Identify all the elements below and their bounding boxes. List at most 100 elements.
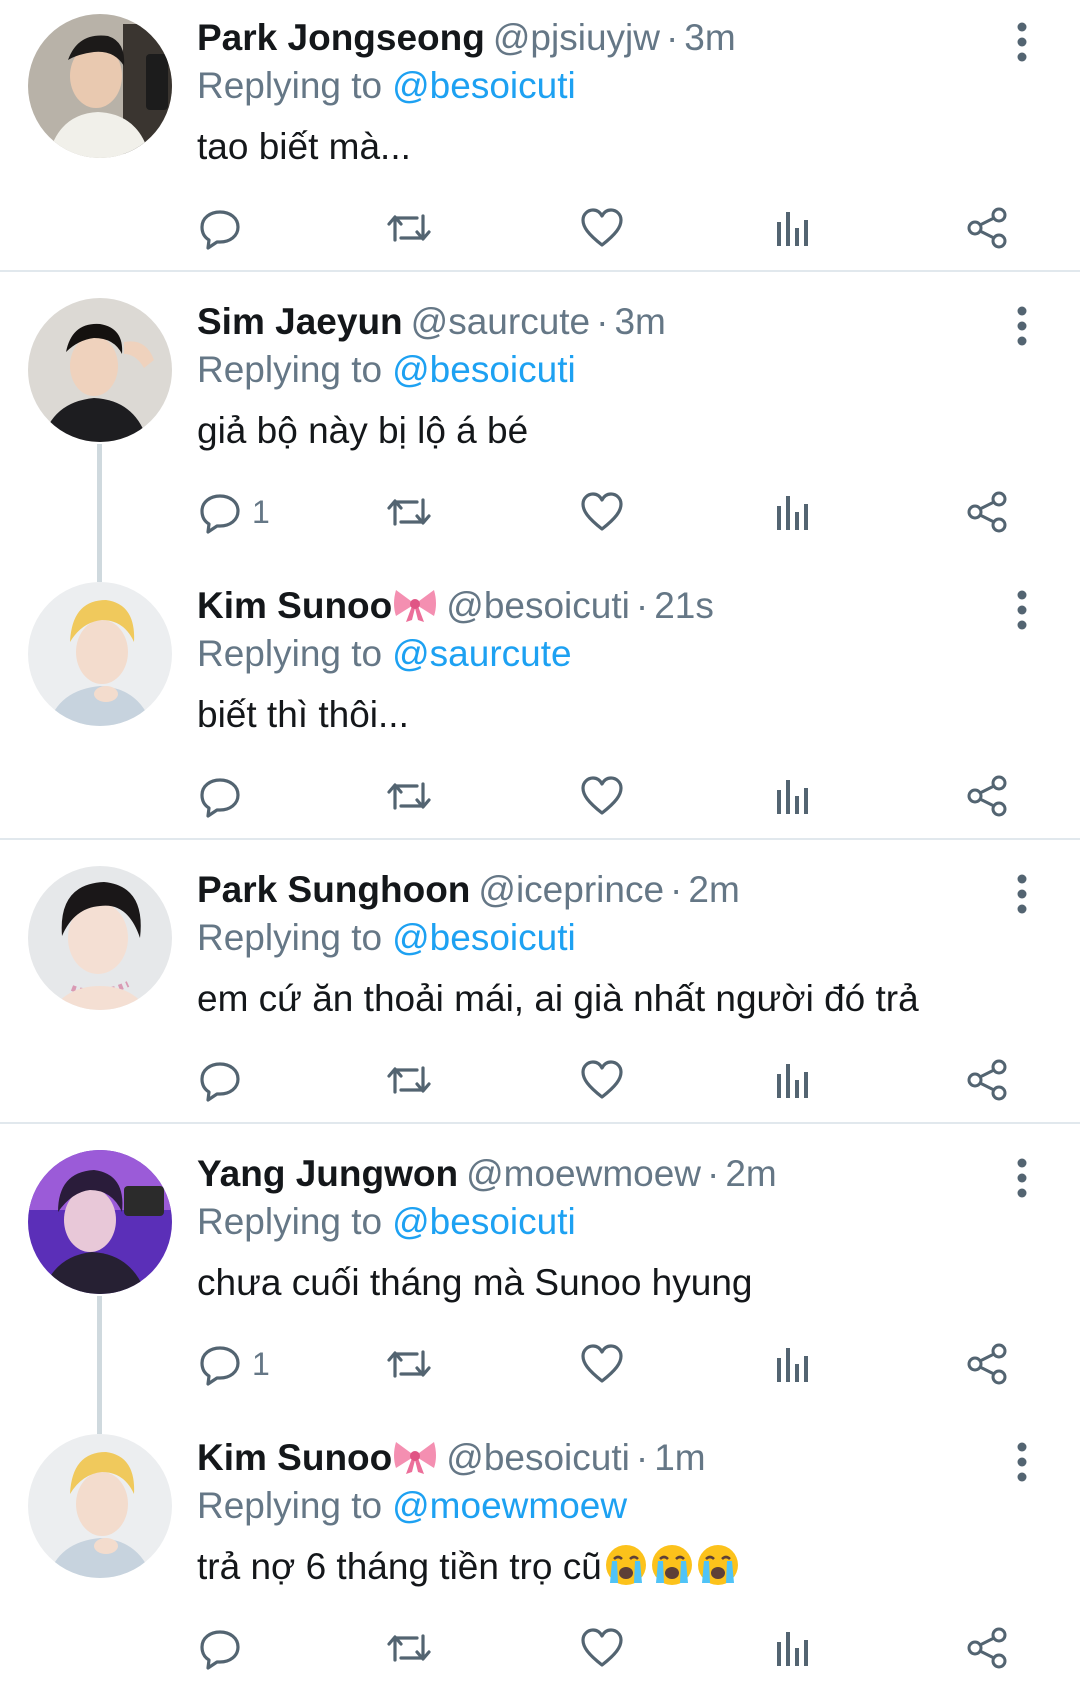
- user-handle[interactable]: @pjsiuyjw: [493, 17, 660, 58]
- analytics-button[interactable]: [775, 1620, 811, 1676]
- replying-to-handle[interactable]: @besoicuti: [392, 65, 576, 106]
- share-button[interactable]: [965, 484, 1009, 540]
- vertical-ellipsis-icon[interactable]: [1008, 872, 1036, 916]
- tweet[interactable]: Kim Sunoo @besoicuti · 21s Replying to @saur…: [0, 568, 1080, 852]
- tweet-header: Sim Jaeyun @saurcute · 3m: [197, 298, 666, 346]
- tweet-divider: [0, 1122, 1080, 1124]
- tweet-text: biết thì thôi...: [197, 694, 409, 735]
- analytics-button[interactable]: [775, 768, 811, 824]
- user-handle[interactable]: @besoicuti: [446, 585, 630, 626]
- share-button[interactable]: [965, 200, 1009, 256]
- replying-to: Replying to @saurcute: [197, 630, 572, 678]
- analytics-button[interactable]: [775, 200, 811, 256]
- retweet-button[interactable]: [385, 1336, 433, 1392]
- tweet[interactable]: Sim Jaeyun @saurcute · 3m Replying to @besoi…: [0, 284, 1080, 582]
- like-button[interactable]: [580, 200, 624, 256]
- reply-button[interactable]: 1: [198, 484, 270, 540]
- reply-button[interactable]: 1: [198, 1336, 270, 1392]
- avatar-photo: [28, 1434, 172, 1578]
- replying-to: Replying to @besoicuti: [197, 62, 576, 110]
- vertical-ellipsis-icon[interactable]: [1008, 304, 1036, 348]
- loudly-crying-face-icon: [605, 1545, 646, 1585]
- share-button[interactable]: [965, 768, 1009, 824]
- reply-button[interactable]: [198, 1052, 252, 1108]
- like-button[interactable]: [580, 1620, 624, 1676]
- retweet-button[interactable]: [385, 484, 433, 540]
- tweet[interactable]: Park Jongseong @pjsiuyjw · 3m Replying to @b…: [0, 0, 1080, 284]
- retweet-icon: [387, 1634, 431, 1662]
- avatar-photo: [28, 298, 172, 442]
- reply-button[interactable]: [198, 200, 252, 256]
- tweet-text: tao biết mà...: [197, 126, 411, 167]
- retweet-icon: [387, 498, 431, 526]
- vertical-ellipsis-icon[interactable]: [1008, 20, 1036, 64]
- avatar[interactable]: [28, 298, 172, 442]
- retweet-button[interactable]: [385, 200, 433, 256]
- avatar-photo: [28, 866, 172, 1010]
- retweet-icon: [387, 1350, 431, 1378]
- vertical-ellipsis-icon[interactable]: [1008, 1440, 1036, 1484]
- tweet[interactable]: Yang Jungwon @moewmoew · 2m Replying to @bes…: [0, 1136, 1080, 1434]
- avatar[interactable]: [28, 1150, 172, 1294]
- replying-to-handle[interactable]: @moewmoew: [392, 1485, 627, 1526]
- avatar[interactable]: [28, 14, 172, 158]
- ribbon-bow-icon: [394, 1442, 437, 1474]
- avatar-photo: [28, 1150, 172, 1294]
- timestamp[interactable]: 21s: [654, 585, 714, 626]
- replying-to-handle[interactable]: @besoicuti: [392, 1201, 576, 1242]
- replies-feed: Park Jongseong @pjsiuyjw · 3m Replying to @b…: [0, 0, 1080, 1679]
- replying-to-label: Replying to: [197, 917, 383, 958]
- tweet-text: chưa cuối tháng mà Sunoo hyung: [197, 1262, 753, 1303]
- vertical-ellipsis-icon[interactable]: [1008, 1156, 1036, 1200]
- timestamp[interactable]: 1m: [654, 1437, 705, 1478]
- timestamp[interactable]: 3m: [614, 301, 665, 342]
- share-icon: [967, 491, 1007, 533]
- display-name[interactable]: Kim Sunoo: [197, 1437, 392, 1478]
- reply-button[interactable]: [198, 1620, 252, 1676]
- avatar[interactable]: [28, 866, 172, 1010]
- avatar[interactable]: [28, 1434, 172, 1578]
- user-handle[interactable]: @saurcute: [411, 301, 590, 342]
- share-icon: [967, 207, 1007, 249]
- user-handle[interactable]: @besoicuti: [446, 1437, 630, 1478]
- like-button[interactable]: [580, 484, 624, 540]
- timestamp[interactable]: 3m: [684, 17, 735, 58]
- retweet-button[interactable]: [385, 1052, 433, 1108]
- timestamp[interactable]: 2m: [725, 1153, 776, 1194]
- avatar[interactable]: [28, 582, 172, 726]
- replying-to-label: Replying to: [197, 1485, 383, 1526]
- display-name[interactable]: Sim Jaeyun: [197, 301, 403, 342]
- heart-icon: [581, 208, 623, 247]
- like-button[interactable]: [580, 768, 624, 824]
- share-icon: [967, 1343, 1007, 1385]
- tweet[interactable]: Park Sunghoon @iceprince · 2m Replying to @b…: [0, 852, 1080, 1136]
- user-handle[interactable]: @iceprince: [478, 869, 664, 910]
- share-button[interactable]: [965, 1336, 1009, 1392]
- timestamp[interactable]: 2m: [688, 869, 739, 910]
- analytics-button[interactable]: [775, 484, 811, 540]
- vertical-ellipsis-icon[interactable]: [1008, 588, 1036, 632]
- display-name[interactable]: Park Jongseong: [197, 17, 485, 58]
- share-button[interactable]: [965, 1620, 1009, 1676]
- analytics-button[interactable]: [775, 1052, 811, 1108]
- retweet-button[interactable]: [385, 768, 433, 824]
- replying-to-handle[interactable]: @besoicuti: [392, 349, 576, 390]
- reply-count: 1: [252, 494, 270, 530]
- ribbon-bow-icon: [394, 590, 437, 622]
- share-button[interactable]: [965, 1052, 1009, 1108]
- reply-bubble-icon: [200, 1630, 240, 1670]
- replying-to-handle[interactable]: @saurcute: [392, 633, 571, 674]
- action-bar: 1: [0, 1336, 1080, 1392]
- like-button[interactable]: [580, 1336, 624, 1392]
- user-handle[interactable]: @moewmoew: [466, 1153, 701, 1194]
- tweet[interactable]: Kim Sunoo @besoicuti · 1m Replying to @moewm…: [0, 1420, 1080, 1704]
- like-button[interactable]: [580, 1052, 624, 1108]
- retweet-button[interactable]: [385, 1620, 433, 1676]
- display-name[interactable]: Kim Sunoo: [197, 585, 392, 626]
- analytics-button[interactable]: [775, 1336, 811, 1392]
- reply-button[interactable]: [198, 768, 252, 824]
- analytics-bars-icon: [777, 780, 808, 814]
- display-name[interactable]: Park Sunghoon: [197, 869, 470, 910]
- display-name[interactable]: Yang Jungwon: [197, 1153, 458, 1194]
- replying-to-handle[interactable]: @besoicuti: [392, 917, 576, 958]
